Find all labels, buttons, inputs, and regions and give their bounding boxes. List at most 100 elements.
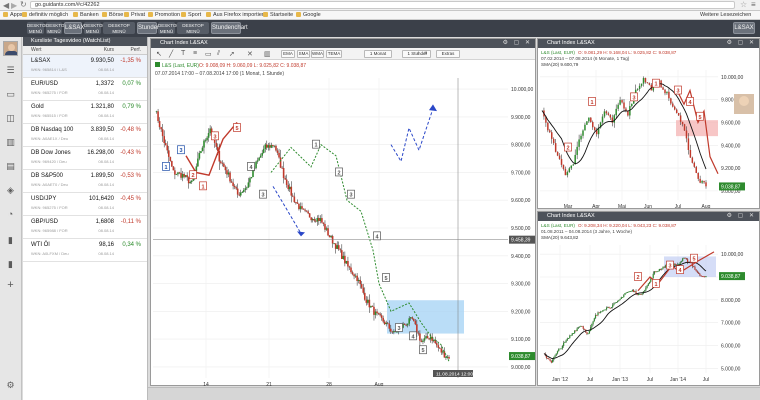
candle-body [699,273,701,276]
arrow-tool-icon[interactable]: ➚ [229,50,235,58]
candle-body [670,98,672,104]
plus-icon[interactable]: + [4,280,17,291]
bookmark-item[interactable]: Aus Firefox importiert [206,12,265,18]
monitor-icon[interactable]: ▭ [4,89,17,100]
chart-toolbar-button[interactable]: TEMA [326,50,342,58]
forward-icon[interactable]: ▶ [11,1,17,10]
watchlist-row[interactable]: GBP/USD WKN: 965988 / FOR 1,6808 08.08.14 -0… [23,216,147,239]
main-chart-plot[interactable]: L&S (Last, EUR) O: 9.008,09 H: 9.060,09 L… [151,60,535,386]
svg-text:1: 1 [314,143,317,149]
fib-tool-icon[interactable]: ≡ [193,50,197,57]
chart-toolbar-button[interactable]: WMA [311,50,324,58]
watchlist-row[interactable]: Gold WKN: 965515 / FOR 1.321,80 08.08.14 0,7… [23,101,147,124]
folder-icon [124,12,129,17]
chart-toolbar-button[interactable]: SMA [297,50,310,58]
desktop-tab-button[interactable]: L&SAX [64,22,84,34]
candle-body [679,262,681,264]
watchlist-row[interactable]: DB S&P500 WKN: A0AET0 / Deu 1.899,50 08.08.… [23,170,147,193]
reload-icon[interactable]: ↻ [20,0,27,9]
candle-body [623,102,625,109]
chart-toolbar-button[interactable]: EMA [281,50,295,58]
desktop-tab-button[interactable]: DESKTOP MENÜ [84,22,105,34]
bookmark-item[interactable]: Banken [73,12,99,18]
bookmark-icon[interactable]: ▮ [4,259,17,270]
star-icon[interactable]: ☆ [740,0,747,9]
gauge-icon[interactable]: ◔ [4,209,17,220]
candle-body [382,317,384,322]
wave-count-label: 1 [312,139,320,149]
desktop-tab-button[interactable]: DESKTOP MENÜ [103,22,135,34]
bookmark-item[interactable]: Startseite [263,12,293,18]
panel-controls-icon[interactable]: ⚙ ▢ ✕ [503,39,532,48]
bookmark-icon[interactable]: ▮ [4,235,17,246]
candle-body [311,219,314,221]
desktop-tab-button[interactable]: DESKTOP MENÜ [46,22,67,34]
panel-controls-icon[interactable]: ⚙ ▢ ✕ [727,212,756,221]
candle-body [697,172,699,179]
watchlist-row[interactable]: L&SAX WKN: 965814 / L&S 9.930,50 08.08.14 -1… [23,55,147,78]
gear-icon[interactable]: ⚙ [4,380,17,391]
bookmark-item[interactable]: definitiv möglich [22,12,68,18]
list-icon[interactable]: ☰ [4,65,17,76]
desktop-tab-button[interactable]: Stundenchart [211,22,248,34]
column-price[interactable]: Kurs [104,46,114,55]
wave-count-label: 1 [588,97,596,106]
main-chart-panel: Chart Index L&SAX ⚙ ▢ ✕ ↖ ╱ T ≡ ▭ ⫽ ➚ ✕ … [150,38,536,386]
candle-body [362,287,365,293]
y-tick-label: 9.400,00 [721,143,741,149]
other-bookmarks[interactable]: Weitere Lesezeichen [700,12,751,18]
pause-icon[interactable]: ⏸ [424,50,428,58]
price-time: 08.08.14 [98,136,114,141]
candle-body [265,144,268,148]
tag-icon[interactable]: ◈ [4,185,17,196]
column-name[interactable]: Wert [31,46,41,55]
bookmark-item[interactable]: Promotion [148,12,180,18]
desktop-tab-button[interactable]: L&SAX [733,22,755,34]
candle-body [440,348,443,353]
watchlist-row[interactable]: EUR/USD WKN: 965275 / FOR 1,3372 08.08.14 0,… [23,78,147,101]
watchlist-row[interactable]: USD/JPY WKN: 965275 / FOR 101,6420 08.08.14… [23,193,147,216]
right-bottom-chart-plot[interactable]: L&S (Last, EUR) O: 9.208,34 H: 9.220,04 L… [538,221,759,385]
wave-count-label: 5 [233,123,241,132]
desktop-tab-button[interactable]: DESKTOP MENÜ [158,22,179,34]
arrow-head [429,104,437,112]
chart-toolbar-button[interactable]: Extras [436,50,460,58]
chart-type-icon[interactable]: ▥ [264,50,271,58]
desktop-tab-button[interactable]: DESKTOP MENÜ [177,22,209,34]
layers-icon[interactable]: ◫ [4,113,17,124]
candle-body [406,323,409,326]
candle-body [601,116,604,123]
chart-toolbar-button[interactable]: 1 Monat [364,50,392,58]
shape-tool-icon[interactable]: ▭ [205,50,212,58]
wave-count-label: 5 [696,111,704,121]
bookmark-item[interactable]: Sport [181,12,201,18]
watchlist-row[interactable]: WTI Öl WKN: A0LFXM / Deu 98,16 08.08.14 0,34… [23,239,147,262]
watchlist-row[interactable]: DB Nasdaq 100 WKN: A0AE1X / Deu 3.839,50 08… [23,124,147,147]
right-top-chart-plot[interactable]: L&S (Last, EUR) O: 9.081,29 H: 9.168,04 L… [538,48,759,208]
candle-body [180,172,182,178]
desktop-tab-button[interactable]: DESKTOP MENÜ [27,22,48,34]
draw-tool-icon[interactable]: ╱ [169,50,173,58]
bookmark-item[interactable]: Börse [102,12,123,18]
back-icon[interactable]: ◀ [3,1,9,10]
candle-body [655,271,657,273]
cursor-tool-icon[interactable]: ↖ [156,50,162,58]
column-change[interactable]: Perf. [130,46,141,55]
text-tool-icon[interactable]: T [181,50,185,57]
bookmark-item[interactable]: Google [296,12,321,18]
bookmark-item[interactable]: Apps [3,12,23,18]
svg-text:2: 2 [337,170,340,176]
candle-body [414,320,417,325]
panel-controls-icon[interactable]: ⚙ ▢ ✕ [727,39,756,48]
menu-icon[interactable]: ≡ [751,0,756,9]
delete-tool-icon[interactable]: ✕ [247,50,253,58]
channel-tool-icon[interactable]: ⫽ [217,50,220,58]
bookmark-item[interactable]: Privat [124,12,145,18]
url-field[interactable]: go.guidants.com/#c/42262 [30,1,735,9]
desktop-tab-button[interactable]: Stundenchart [137,22,174,34]
watchlist-row[interactable]: DB Dow Jones WKN: 969420 / Deu 16.298,00 08… [23,147,147,170]
avatar[interactable] [3,41,18,56]
prev-period-icon[interactable]: ‹ [417,50,419,57]
briefcase-icon[interactable]: ▤ [4,161,17,172]
chart-icon[interactable]: ▥ [4,137,17,148]
